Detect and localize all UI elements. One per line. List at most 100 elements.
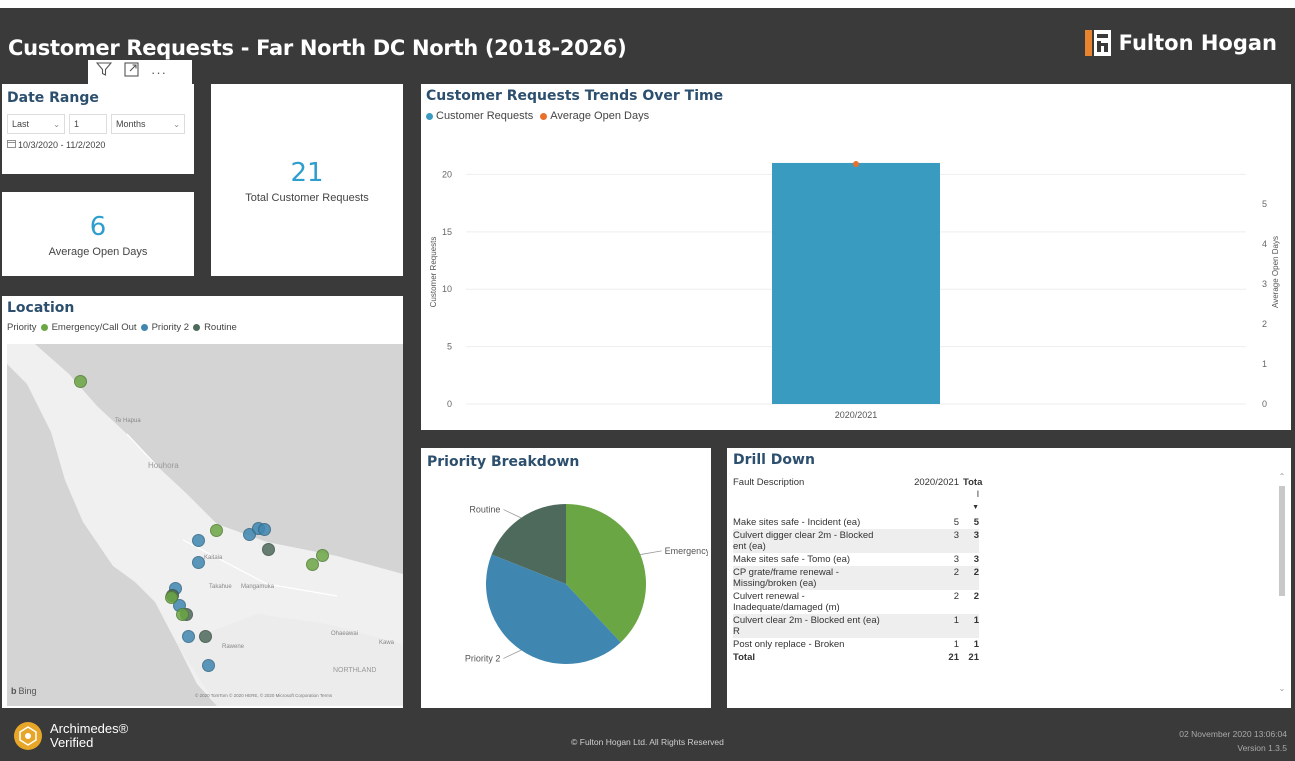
drill-down-panel: Drill Down Fault Description 2020/2021 T… [727, 448, 1291, 708]
count-input[interactable]: 1 [69, 114, 107, 134]
logo-text: Fulton Hogan [1118, 31, 1277, 55]
map-place-label: Houhora [148, 461, 179, 470]
trends-chart[interactable]: 0 5 10 15 20 0 1 2 3 4 5 Customer Requests Average O… [426, 130, 1286, 426]
priority-pie-chart[interactable]: Emergency/Call... Priority 2 Routine [424, 474, 708, 704]
priority-title: Priority Breakdown [427, 454, 580, 470]
total-requests-value: 21 [290, 158, 324, 188]
cell-total: 1 [973, 615, 979, 626]
cell-year: 3 [953, 554, 959, 565]
legend-item[interactable]: Customer Requests [436, 110, 533, 122]
map-place-label: Kaitaia [204, 555, 223, 561]
scrollbar-thumb[interactable] [1279, 486, 1285, 596]
legend-item[interactable]: Average Open Days [550, 110, 649, 122]
table-row[interactable]: Culvert renewal - Inadequate/damaged (m)… [733, 590, 979, 614]
map-marker[interactable] [306, 558, 319, 571]
legend-item[interactable]: Emergency/Call Out [52, 322, 137, 333]
column-header-total-part: l [976, 489, 979, 500]
map-marker[interactable] [165, 591, 178, 604]
table-row[interactable]: CP grate/frame renewal - Missing/broken … [733, 566, 979, 590]
more-options-icon[interactable]: ··· [151, 65, 167, 80]
y-right-tick-label: 2 [1262, 319, 1267, 329]
column-header-total[interactable]: Tota l ▼ [963, 476, 982, 515]
average-open-days-value: 6 [89, 212, 107, 242]
map-marker[interactable] [192, 556, 205, 569]
y-right-tick-label: 4 [1262, 239, 1267, 249]
map-marker[interactable] [210, 524, 223, 537]
y-tick-label: 10 [442, 284, 452, 294]
bing-label: Bing [18, 686, 37, 696]
table-row[interactable]: Culvert clear 2m - Blocked ent (ea) R 1 1 [733, 614, 979, 638]
trends-title: Customer Requests Trends Over Time [426, 88, 724, 104]
total-value: 21 [968, 652, 979, 663]
y-right-tick-label: 0 [1262, 399, 1267, 409]
map-copyright[interactable]: © 2020 TomTom © 2020 HERE, © 2020 Micros… [195, 693, 332, 698]
trends-chart-panel: Customer Requests Trends Over Time Custo… [421, 84, 1291, 430]
cell-year: 5 [953, 517, 959, 528]
legend-item[interactable]: Routine [204, 322, 237, 333]
drill-title: Drill Down [733, 452, 815, 468]
count-value: 1 [74, 119, 80, 129]
average-open-days-label: Average Open Days [48, 246, 148, 258]
column-header-fault[interactable]: Fault Description [733, 476, 885, 489]
trends-legend: Customer Requests Average Open Days [426, 110, 1286, 122]
map-marker[interactable] [182, 630, 195, 643]
date-range-slicer: Date Range Last ⌄ 1 Months ⌄ 10/3/2020 -… [2, 84, 194, 174]
table-row[interactable]: Make sites safe - Incident (ea) 5 5 [733, 516, 979, 529]
footer-meta: 02 November 2020 13:06:04 Version 1.3.5 [1179, 727, 1287, 755]
drill-table: Fault Description 2020/2021 Tota l ▼ Mak… [733, 476, 982, 664]
calendar-icon [7, 140, 16, 150]
unit-dropdown[interactable]: Months ⌄ [111, 114, 185, 134]
filter-icon[interactable] [95, 62, 113, 82]
archimedes-line1: Archimedes® [50, 721, 129, 736]
cell-total: 3 [973, 530, 979, 541]
map-canvas[interactable]: Te Hapua Houhora Kaitaia Takahue Mangamu… [7, 344, 403, 706]
legend-dot [540, 112, 548, 120]
period-value: Last [12, 119, 30, 129]
table-row[interactable]: Post only replace - Broken 1 1 [733, 638, 979, 651]
map-place-label: Te Hapua [115, 418, 141, 424]
map-marker[interactable] [202, 659, 215, 672]
chevron-down-icon: ⌄ [173, 119, 180, 129]
date-range-display[interactable]: 10/3/2020 - 11/2/2020 [7, 140, 189, 150]
pie-leader-line[interactable] [640, 550, 662, 555]
map-marker[interactable] [199, 630, 212, 643]
average-open-days-card: 6 Average Open Days [2, 192, 194, 276]
fulton-hogan-logo: Fulton Hogan [1084, 30, 1277, 56]
period-dropdown[interactable]: Last ⌄ [7, 114, 65, 134]
legend-dot [426, 112, 433, 120]
drill-scrollbar[interactable]: ⌃ ⌄ [1278, 472, 1286, 704]
map-marker[interactable] [176, 608, 189, 621]
map-marker[interactable] [192, 534, 205, 547]
visual-header: ··· [88, 60, 192, 84]
table-row[interactable]: Culvert digger clear 2m - Blocked ent (e… [733, 529, 979, 553]
cell-total: 2 [973, 591, 979, 602]
map-marker[interactable] [262, 543, 275, 556]
cell-year: 2 [953, 591, 959, 602]
sort-descending-icon: ▼ [972, 504, 979, 511]
total-requests-label: Total Customer Requests [245, 192, 369, 204]
table-total-row: Total 21 21 [733, 651, 979, 664]
column-header-year[interactable]: 2020/2021 [885, 476, 963, 489]
y-axis-label: Customer Requests [429, 237, 438, 308]
location-legend: Priority Emergency/Call Out Priority 2 R… [7, 322, 398, 333]
scroll-up-icon[interactable]: ⌃ [1278, 472, 1286, 486]
legend-item[interactable]: Priority 2 [152, 322, 189, 333]
scroll-down-icon[interactable]: ⌄ [1278, 684, 1286, 693]
cell-fault: Post only replace - Broken [733, 639, 845, 650]
pie-leader-line[interactable] [503, 509, 522, 519]
table-row[interactable]: Make sites safe - Tomo (ea) 3 3 [733, 553, 979, 566]
pie-leader-line[interactable] [503, 649, 522, 659]
top-strip [0, 0, 1295, 8]
map-marker[interactable] [258, 523, 271, 536]
unit-value: Months [116, 119, 146, 129]
focus-mode-icon[interactable] [124, 62, 139, 82]
y-right-tick-label: 3 [1262, 279, 1267, 289]
x-tick-label: 2020/2021 [835, 410, 878, 420]
cell-total: 5 [973, 517, 979, 528]
bar-customer-requests[interactable] [772, 162, 940, 404]
y-tick-label: 5 [447, 342, 452, 352]
cell-fault: Make sites safe - Incident (ea) [733, 517, 861, 528]
map-marker[interactable] [74, 375, 87, 388]
table-header-row: Fault Description 2020/2021 Tota l ▼ [733, 476, 982, 516]
point-average-open-days[interactable] [853, 161, 859, 167]
